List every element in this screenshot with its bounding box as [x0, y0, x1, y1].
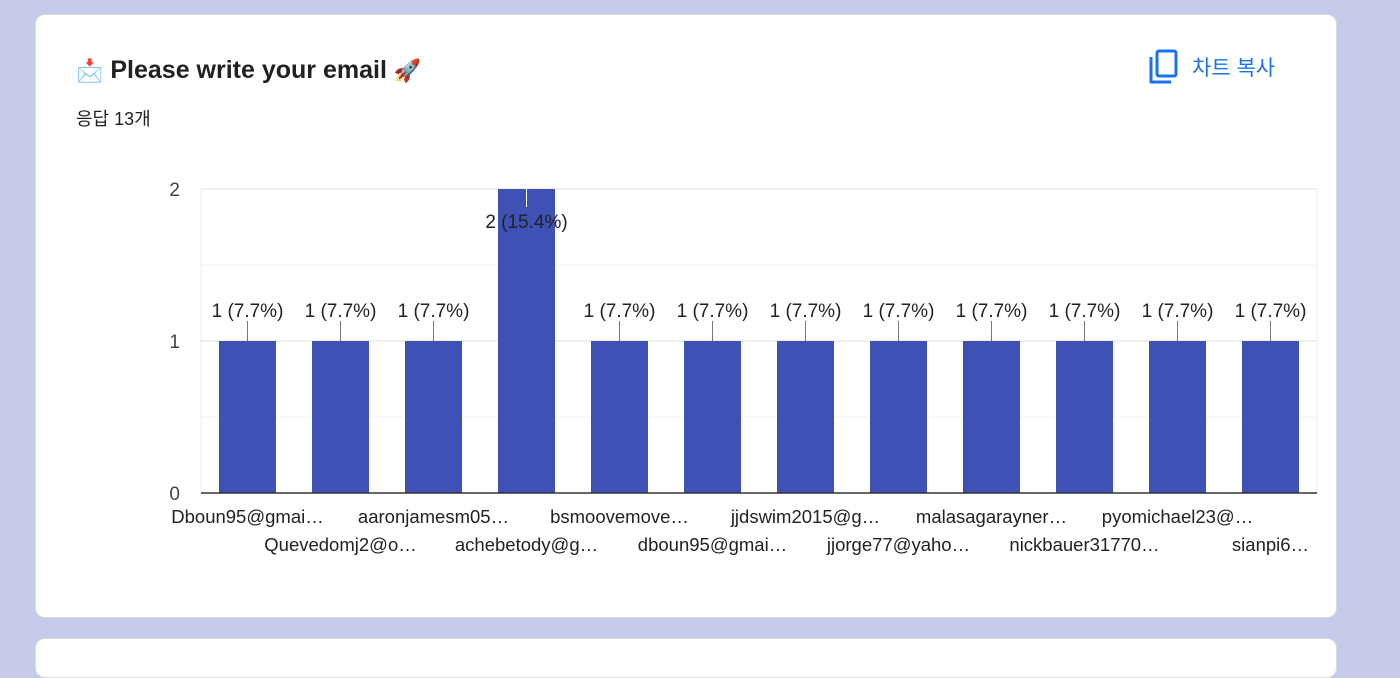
x-tick-label: jjorge77@yaho… [826, 534, 970, 555]
x-tick-label: dboun95@gmai… [638, 534, 787, 555]
bar [405, 341, 462, 493]
data-label: 1 (7.7%) [305, 301, 377, 322]
x-tick-label: Quevedomj2@o… [264, 534, 416, 555]
data-label: 1 (7.7%) [398, 301, 470, 322]
bar [312, 341, 369, 493]
bar [1056, 341, 1113, 493]
bar [498, 189, 555, 493]
data-label: 1 (7.7%) [956, 301, 1028, 322]
y-tick-label: 2 [169, 180, 180, 201]
data-label: 2 (15.4%) [485, 212, 567, 233]
bar [219, 341, 276, 493]
bar [591, 341, 648, 493]
bar [1242, 341, 1299, 493]
x-tick-label: jjdswim2015@g… [730, 506, 880, 527]
data-label: 1 (7.7%) [1142, 301, 1214, 322]
x-tick-label: sianpi6… [1232, 534, 1309, 555]
bar-chart: 0 1 2 1 (7.7%) Dboun95@gmai… 1 (7.7%) Quevedom… [169, 180, 1318, 555]
bar [870, 341, 927, 493]
x-tick-label: aaronjamesm05… [358, 506, 509, 527]
bar [1149, 341, 1206, 493]
bar [684, 341, 741, 493]
data-label: 1 (7.7%) [863, 301, 935, 322]
bar [963, 341, 1020, 493]
x-tick-label: nickbauer31770… [1009, 534, 1159, 555]
next-card [35, 638, 1337, 678]
chart-card: 📩 Please write your email 🚀 응답 13개 차트 복사… [35, 14, 1337, 618]
data-label: 1 (7.7%) [677, 301, 749, 322]
data-label: 1 (7.7%) [770, 301, 842, 322]
data-label: 1 (7.7%) [1235, 301, 1307, 322]
x-tick-label: malasagarayner… [916, 506, 1067, 527]
data-label: 1 (7.7%) [212, 301, 284, 322]
x-tick-label: bsmoovemove… [550, 506, 689, 527]
x-tick-label: Dboun95@gmai… [171, 506, 323, 527]
data-label: 1 (7.7%) [1049, 301, 1121, 322]
x-tick-label: achebetody@g… [455, 534, 598, 555]
bar [777, 341, 834, 493]
y-tick-label: 0 [169, 484, 180, 505]
y-tick-label: 1 [169, 332, 180, 353]
x-tick-label: pyomichael23@… [1102, 506, 1253, 527]
data-label: 1 (7.7%) [584, 301, 656, 322]
